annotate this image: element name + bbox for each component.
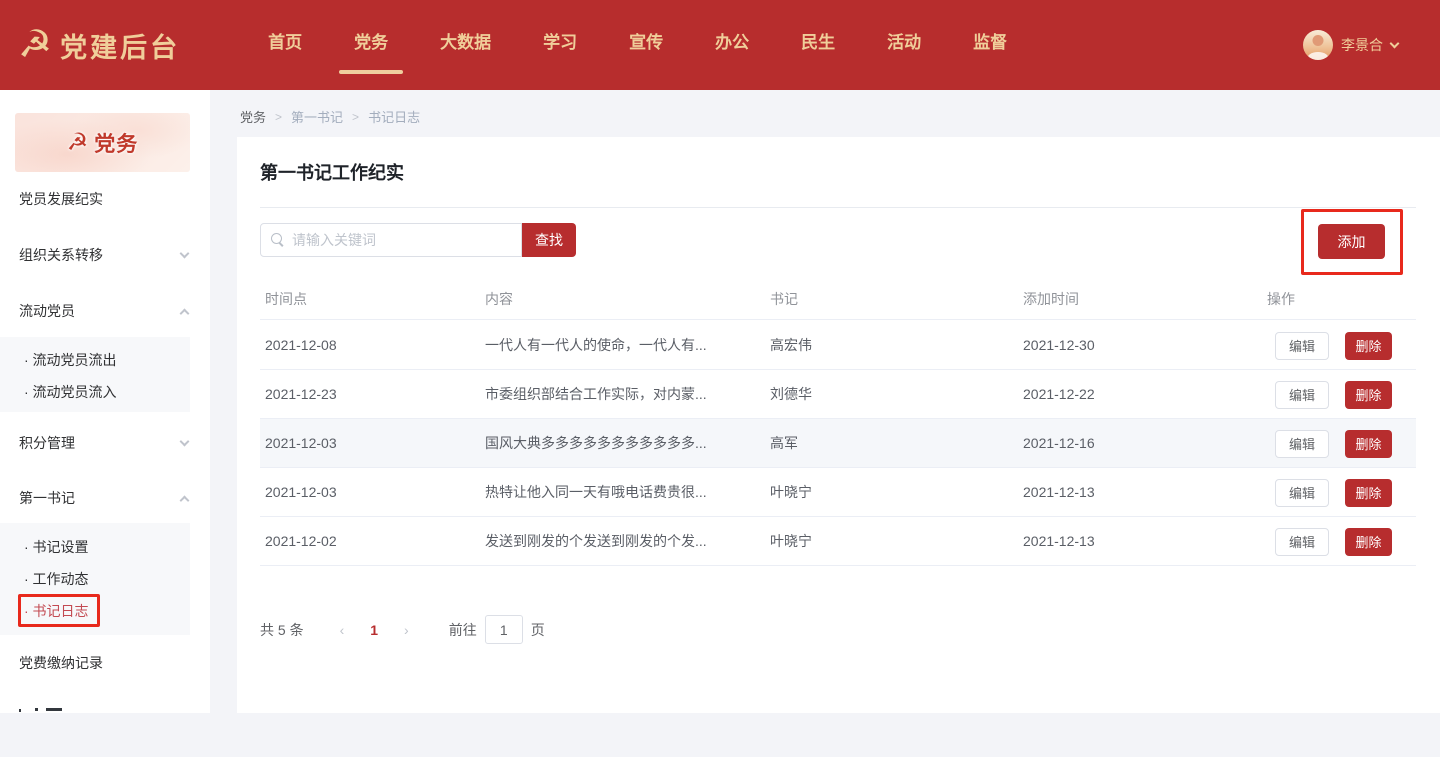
next-page-icon[interactable]: › [390, 622, 423, 638]
sidebar-banner-label: 党务 [94, 128, 138, 158]
sidebar-item-member-development[interactable]: 党员发展纪实 [0, 185, 210, 213]
nav-big-data[interactable]: 大数据 [428, 0, 503, 90]
sidebar-item-mobile-out[interactable]: · 流动党员流出 [0, 346, 190, 374]
search-icon [271, 233, 285, 247]
pagination-total: 共 5 条 [260, 620, 304, 640]
breadcrumb-secretary-log: 书记日志 [368, 107, 420, 126]
table-row: 2021-12-08 一代人有一代人的使命，一代人有... 高宏伟 2021-1… [260, 321, 1416, 370]
chevron-down-icon [180, 248, 190, 258]
nav-home[interactable]: 首页 [256, 0, 314, 90]
breadcrumb-separator: > [275, 110, 282, 124]
chevron-up-icon [180, 308, 190, 318]
sidebar-item-mobile-in[interactable]: · 流动党员流入 [0, 378, 190, 406]
sidebar-item-work-trends[interactable]: · 工作动态 [0, 565, 190, 593]
sidebar-item-first-secretary[interactable]: 第一书记 [0, 484, 210, 512]
sidebar-item-secretary-log[interactable]: · 书记日志 [0, 597, 190, 625]
table-row: 2021-12-02 发送到刚发的个发送到刚发的个发... 叶晓宁 2021-1… [260, 517, 1416, 566]
goto-page-input[interactable] [485, 615, 523, 644]
breadcrumb-separator: > [352, 110, 359, 124]
sidebar-item-org-transfer[interactable]: 组织关系转移 [0, 241, 210, 269]
delete-button[interactable]: 删除 [1345, 528, 1392, 556]
column-header-secretary: 书记 [770, 282, 798, 320]
user-avatar [1303, 30, 1333, 60]
nav-study[interactable]: 学习 [531, 0, 589, 90]
goto-label: 前往 [449, 620, 477, 640]
hammer-sickle-icon: ☭ [18, 26, 52, 64]
add-button[interactable]: 添加 [1318, 224, 1385, 259]
breadcrumb-first-secretary[interactable]: 第一书记 [291, 107, 343, 126]
edit-button[interactable]: 编辑 [1275, 479, 1329, 507]
app-title: 党建后台 [60, 26, 180, 65]
sidebar-banner: ☭ 党务 [15, 113, 190, 172]
chevron-down-icon [1390, 38, 1400, 48]
top-nav: 首页 党务 大数据 学习 宣传 办公 民生 活动 监督 [242, 0, 1033, 90]
nav-livelihood[interactable]: 民生 [789, 0, 847, 90]
breadcrumb-party-affairs[interactable]: 党务 [240, 107, 266, 126]
edit-button[interactable]: 编辑 [1275, 430, 1329, 458]
search-button[interactable]: 查找 [522, 223, 576, 257]
chevron-down-icon [180, 436, 190, 446]
nav-office[interactable]: 办公 [703, 0, 761, 90]
delete-button[interactable]: 删除 [1345, 430, 1392, 458]
column-header-added: 添加时间 [1023, 282, 1079, 320]
app-logo: ☭ 党建后台 [18, 26, 180, 65]
delete-button[interactable]: 删除 [1345, 479, 1392, 507]
table-row: 2021-12-23 市委组织部结合工作实际，对内蒙... 刘德华 2021-1… [260, 370, 1416, 419]
divider [260, 207, 1416, 208]
page-number-1[interactable]: 1 [358, 622, 390, 638]
table-row: 2021-12-03 国风大典多多多多多多多多多多多... 高军 2021-12… [260, 419, 1416, 468]
table-row: 2021-12-03 热特让他入同一天有哦电话费贵很... 叶晓宁 2021-1… [260, 468, 1416, 517]
edit-button[interactable]: 编辑 [1275, 528, 1329, 556]
prev-page-icon[interactable]: ‹ [326, 622, 359, 638]
column-header-time: 时间点 [265, 282, 307, 320]
top-header: ☭ 党建后台 首页 党务 大数据 学习 宣传 办公 民生 活动 监督 李景合 [0, 0, 1440, 90]
table-header: 时间点 内容 书记 添加时间 操作 [260, 282, 1416, 320]
page-unit-label: 页 [531, 620, 545, 640]
nav-activities[interactable]: 活动 [875, 0, 933, 90]
content-card: 第一书记工作纪实 请输入关键词 查找 添加 时间点 内容 书记 添加时间 操作 … [237, 137, 1440, 713]
sidebar: ☭ 党务 党员发展纪实 组织关系转移 流动党员 · 流动党员流出 · 流动党员流… [0, 90, 210, 713]
page-title: 第一书记工作纪实 [260, 159, 404, 185]
edit-button[interactable]: 编辑 [1275, 381, 1329, 409]
user-name: 李景合 [1341, 35, 1383, 55]
chevron-up-icon [180, 495, 190, 505]
sidebar-item-partial[interactable] [19, 708, 179, 712]
nav-supervision[interactable]: 监督 [961, 0, 1019, 90]
breadcrumb: 党务 > 第一书记 > 书记日志 [240, 107, 420, 126]
nav-party-affairs[interactable]: 党务 [342, 0, 400, 90]
delete-button[interactable]: 删除 [1345, 332, 1392, 360]
search-placeholder: 请输入关键词 [292, 230, 376, 250]
sidebar-item-secretary-settings[interactable]: · 书记设置 [0, 533, 190, 561]
sidebar-item-mobile-members[interactable]: 流动党员 [0, 297, 210, 325]
edit-button[interactable]: 编辑 [1275, 332, 1329, 360]
sidebar-item-dues-records[interactable]: 党费缴纳记录 [0, 649, 210, 677]
column-header-content: 内容 [485, 282, 513, 320]
search-row: 请输入关键词 查找 [260, 223, 576, 257]
delete-button[interactable]: 删除 [1345, 381, 1392, 409]
search-input[interactable]: 请输入关键词 [260, 223, 522, 257]
column-header-actions: 操作 [1267, 282, 1295, 320]
sidebar-item-points[interactable]: 积分管理 [0, 429, 210, 457]
party-emblem-icon: ☭ [67, 128, 89, 157]
pagination: 共 5 条 ‹ 1 › 前往 页 [260, 615, 545, 644]
user-menu[interactable]: 李景合 [1303, 0, 1398, 90]
nav-publicity[interactable]: 宣传 [617, 0, 675, 90]
